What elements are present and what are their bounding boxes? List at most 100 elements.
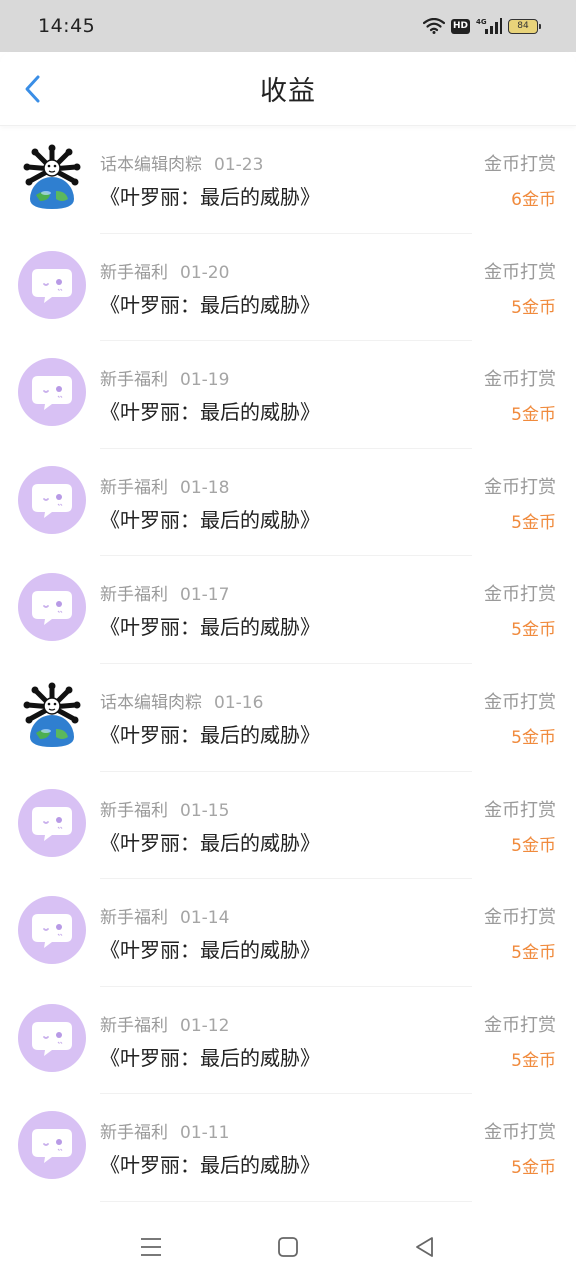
battery-level: 84: [517, 21, 529, 31]
earnings-list: 话本编辑肉粽 01-23 《叶罗丽：最后的威胁》 金币打赏 6金币 新手福利 01-…: [0, 126, 576, 1202]
record-amount: 5金币: [511, 405, 556, 426]
record-type: 金币打赏: [484, 691, 556, 713]
record-type: 金币打赏: [484, 584, 556, 606]
record-source: 话本编辑肉粽: [100, 692, 202, 713]
record-amount: 5金币: [511, 512, 556, 533]
record-source: 新手福利: [100, 800, 168, 821]
record-source: 新手福利: [100, 370, 168, 391]
avatar: [18, 896, 86, 965]
record-type: 金币打赏: [484, 907, 556, 929]
avatar: [18, 143, 86, 211]
record-book-title: 《叶罗丽：最后的威胁》: [100, 615, 320, 640]
earnings-record[interactable]: 新手福利 01-17 《叶罗丽：最后的威胁》 金币打赏 5金币: [0, 556, 576, 664]
menu-button[interactable]: [136, 1232, 166, 1262]
back-button[interactable]: [16, 72, 50, 106]
globe-avatar-icon: [23, 682, 81, 747]
chat-bubble-icon: [32, 483, 72, 518]
record-date: 01-23: [214, 155, 264, 175]
avatar: [18, 250, 86, 319]
record-book-title: 《叶罗丽：最后的威胁》: [100, 1153, 320, 1178]
record-source: 新手福利: [100, 477, 168, 498]
record-type: 金币打赏: [484, 1122, 556, 1144]
record-meta: 新手福利 01-15: [100, 796, 229, 821]
record-book-title: 《叶罗丽：最后的威胁》: [100, 938, 320, 963]
record-book-title: 《叶罗丽：最后的威胁》: [100, 507, 320, 532]
record-book-title: 《叶罗丽：最后的威胁》: [100, 400, 320, 425]
earnings-record[interactable]: 新手福利 01-12 《叶罗丽：最后的威胁》 金币打赏 5金币: [0, 987, 576, 1095]
chat-bubble-icon: [32, 268, 72, 303]
chat-bubble-icon: [32, 914, 72, 949]
record-source: 新手福利: [100, 1015, 168, 1036]
record-book-title: 《叶罗丽：最后的威胁》: [100, 722, 320, 747]
record-date: 01-18: [180, 477, 230, 498]
status-icons: HD 4G 84: [422, 17, 541, 35]
record-amount: 5金币: [511, 727, 556, 748]
record-meta: 新手福利 01-19: [100, 365, 229, 390]
wifi-icon: [422, 18, 445, 34]
record-meta: 新手福利 01-14: [100, 903, 229, 928]
chevron-left-icon: [25, 75, 40, 103]
record-type: 金币打赏: [484, 799, 556, 821]
record-source: 话本编辑肉粽: [100, 155, 202, 175]
record-source: 新手福利: [100, 908, 168, 929]
record-meta: 话本编辑肉粽 01-23: [100, 150, 263, 175]
record-book-title: 《叶罗丽：最后的威胁》: [100, 1045, 320, 1070]
avatar: [18, 358, 86, 427]
home-button[interactable]: [273, 1232, 303, 1262]
earnings-record[interactable]: 新手福利 01-20 《叶罗丽：最后的威胁》 金币打赏 5金币: [0, 234, 576, 342]
hd-badge: HD: [450, 18, 470, 34]
record-source: 新手福利: [100, 262, 168, 283]
record-amount: 5金币: [511, 620, 556, 641]
record-type: 金币打赏: [484, 261, 556, 283]
earnings-record[interactable]: 话本编辑肉粽 01-16 《叶罗丽：最后的威胁》 金币打赏 5金币: [0, 664, 576, 772]
record-date: 01-16: [214, 692, 264, 713]
avatar: [18, 465, 86, 534]
record-amount: 5金币: [511, 835, 556, 856]
back-triangle-icon: [416, 1237, 433, 1257]
status-bar: 14:45 HD 4G 84: [0, 0, 576, 52]
chat-bubble-icon: [32, 1129, 72, 1164]
earnings-record[interactable]: 新手福利 01-18 《叶罗丽：最后的威胁》 金币打赏 5金币: [0, 449, 576, 557]
earnings-record[interactable]: 新手福利 01-14 《叶罗丽：最后的威胁》 金币打赏 5金币: [0, 879, 576, 987]
earnings-record[interactable]: 新手福利 01-15 《叶罗丽：最后的威胁》 金币打赏 5金币: [0, 772, 576, 880]
status-time: 14:45: [38, 15, 96, 37]
chat-bubble-icon: [32, 1021, 72, 1056]
record-date: 01-14: [180, 908, 230, 929]
earnings-record[interactable]: 新手福利 01-19 《叶罗丽：最后的威胁》 金币打赏 5金币: [0, 341, 576, 449]
avatar: [18, 1111, 86, 1180]
avatar: [18, 1003, 86, 1072]
chat-bubble-icon: [32, 376, 72, 411]
record-meta: 新手福利 01-18: [100, 473, 229, 498]
system-navigation-bar: [0, 1212, 576, 1280]
record-date: 01-15: [180, 800, 230, 821]
record-date: 01-20: [180, 262, 230, 283]
home-icon: [278, 1237, 298, 1257]
record-type: 金币打赏: [484, 1014, 556, 1036]
record-meta: 新手福利 01-17: [100, 580, 229, 605]
record-meta: 新手福利 01-11: [100, 1118, 229, 1143]
menu-icon: [141, 1238, 161, 1256]
record-amount: 5金币: [511, 297, 556, 318]
record-book-title: 《叶罗丽：最后的威胁》: [100, 830, 320, 855]
record-amount: 5金币: [511, 1050, 556, 1071]
cellular-signal-icon: 4G: [476, 18, 502, 34]
earnings-record[interactable]: 话本编辑肉粽 01-23 《叶罗丽：最后的威胁》 金币打赏 6金币: [0, 126, 576, 234]
chat-bubble-icon: [32, 806, 72, 841]
header-bar: 收益: [0, 52, 576, 126]
earnings-record[interactable]: 新手福利 01-11 《叶罗丽：最后的威胁》 金币打赏 5金币: [0, 1094, 576, 1202]
record-meta: 新手福利 01-12: [100, 1011, 229, 1036]
record-date: 01-19: [180, 370, 230, 391]
record-meta: 新手福利 01-20: [100, 258, 229, 283]
record-date: 01-17: [180, 585, 230, 606]
page-title: 收益: [260, 76, 316, 107]
chat-bubble-icon: [32, 591, 72, 626]
record-type: 金币打赏: [484, 154, 556, 175]
record-type: 金币打赏: [484, 369, 556, 391]
record-book-title: 《叶罗丽：最后的威胁》: [100, 185, 320, 209]
system-back-button[interactable]: [410, 1232, 440, 1262]
network-label: 4G: [476, 18, 487, 26]
record-date: 01-12: [180, 1015, 230, 1036]
record-amount: 5金币: [511, 1158, 556, 1179]
record-amount: 6金币: [511, 190, 556, 210]
record-amount: 5金币: [511, 943, 556, 964]
